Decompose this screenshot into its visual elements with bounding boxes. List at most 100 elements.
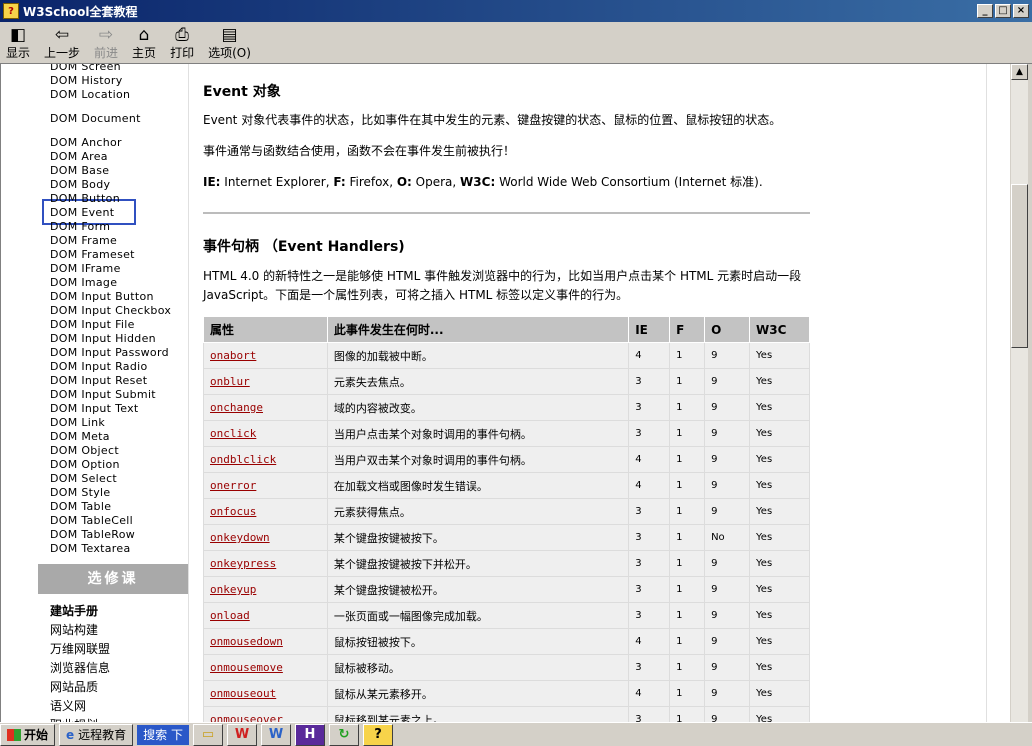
folder-icon[interactable]: ▭ bbox=[193, 723, 223, 746]
sidebar-item-dom-select[interactable]: DOM Select bbox=[50, 472, 117, 486]
close-button[interactable]: × bbox=[1013, 4, 1029, 18]
sidebar-item-dom-input-password[interactable]: DOM Input Password bbox=[50, 346, 169, 360]
sidebar-cn-link[interactable]: 万维网联盟 bbox=[50, 640, 110, 659]
event-name-cell[interactable]: onblur bbox=[203, 368, 328, 395]
event-link-onkeydown[interactable]: onkeydown bbox=[210, 531, 270, 544]
toolbar-button-0[interactable]: ◧ 显示 bbox=[6, 23, 30, 63]
sidebar-item-dom-iframe[interactable]: DOM IFrame bbox=[50, 262, 121, 276]
sidebar-item-dom-option[interactable]: DOM Option bbox=[50, 458, 120, 472]
scroll-thumb[interactable] bbox=[1011, 184, 1028, 348]
sidebar-item-dom-frameset[interactable]: DOM Frameset bbox=[50, 248, 135, 262]
sidebar-item-dom-meta[interactable]: DOM Meta bbox=[50, 430, 110, 444]
event-link-onmousedown[interactable]: onmousedown bbox=[210, 635, 283, 648]
sidebar-item-dom-input-text[interactable]: DOM Input Text bbox=[50, 402, 139, 416]
event-description-cell: 鼠标按钮被按下。 bbox=[326, 628, 630, 655]
sidebar-item-dom-input-file[interactable]: DOM Input File bbox=[50, 318, 135, 332]
event-name-cell[interactable]: onclick bbox=[203, 420, 328, 447]
event-name-cell[interactable]: onkeydown bbox=[203, 524, 328, 551]
event-link-onerror[interactable]: onerror bbox=[210, 479, 256, 492]
help-icon[interactable]: ? bbox=[363, 723, 393, 746]
sidebar-item-dom-textarea[interactable]: DOM Textarea bbox=[50, 542, 131, 556]
event-link-onfocus[interactable]: onfocus bbox=[210, 505, 256, 518]
event-name-cell[interactable]: onchange bbox=[203, 394, 328, 421]
sidebar-item-dom-button[interactable]: DOM Button bbox=[50, 192, 120, 206]
event-name-cell[interactable]: onfocus bbox=[203, 498, 328, 525]
sidebar-item-dom-link[interactable]: DOM Link bbox=[50, 416, 105, 430]
support-cell: 1 bbox=[669, 394, 706, 421]
sidebar-item-dom-input-reset[interactable]: DOM Input Reset bbox=[50, 374, 147, 388]
sidebar-item-dom-style[interactable]: DOM Style bbox=[50, 486, 110, 500]
sidebar-item-dom-event[interactable]: DOM Event bbox=[50, 206, 114, 220]
event-link-onblur[interactable]: onblur bbox=[210, 375, 250, 388]
sidebar-item-dom-form[interactable]: DOM Form bbox=[50, 220, 110, 234]
toolbar-button-4[interactable]: ⎙ 打印 bbox=[170, 23, 194, 63]
sidebar-item-dom-body[interactable]: DOM Body bbox=[50, 178, 110, 192]
sidebar-item-dom-object[interactable]: DOM Object bbox=[50, 444, 119, 458]
support-cell: 3 bbox=[628, 498, 671, 525]
sidebar-item-dom-tablecell[interactable]: DOM TableCell bbox=[50, 514, 133, 528]
sidebar-item-dom-image[interactable]: DOM Image bbox=[50, 276, 117, 290]
sidebar-cn-link[interactable]: 网站构建 bbox=[50, 621, 98, 640]
sidebar-item-dom-table[interactable]: DOM Table bbox=[50, 500, 111, 514]
maximize-button[interactable]: □ bbox=[995, 4, 1011, 18]
support-cell: 3 bbox=[628, 602, 671, 629]
sidebar-item-dom-history[interactable]: DOM History bbox=[50, 74, 123, 88]
table-row: onmouseout 鼠标从某元素移开。 4 1 9 Yes bbox=[203, 680, 810, 707]
event-name-cell[interactable]: onkeyup bbox=[203, 576, 328, 603]
event-name-cell[interactable]: onmouseover bbox=[203, 706, 328, 722]
minimize-button[interactable]: _ bbox=[977, 4, 993, 18]
wps-icon[interactable]: W bbox=[227, 723, 257, 746]
taskbar-item-remote-edu[interactable]: e 远程教育 bbox=[59, 723, 134, 746]
event-link-onkeyup[interactable]: onkeyup bbox=[210, 583, 256, 596]
sidebar-cn-link[interactable]: 语义网 bbox=[50, 697, 86, 716]
start-button[interactable]: 开始 bbox=[0, 723, 56, 746]
toolbar-button-5[interactable]: ▤ 选项(O) bbox=[208, 23, 251, 63]
sidebar-item-dom-input-radio[interactable]: DOM Input Radio bbox=[50, 360, 148, 374]
scroll-up-arrow-icon[interactable]: ▲ bbox=[1011, 64, 1028, 80]
sidebar-item-dom-anchor[interactable]: DOM Anchor bbox=[50, 136, 122, 150]
event-name-cell[interactable]: onmouseout bbox=[203, 680, 328, 707]
refresh-icon[interactable]: ↻ bbox=[329, 723, 359, 746]
sidebar-item-dom-tablerow[interactable]: DOM TableRow bbox=[50, 528, 135, 542]
event-link-onmouseover[interactable]: onmouseover bbox=[210, 713, 283, 722]
event-name-cell[interactable]: onerror bbox=[203, 472, 328, 499]
taskbar-search[interactable]: 搜索 下 bbox=[137, 724, 189, 745]
event-link-ondblclick[interactable]: ondblclick bbox=[210, 453, 276, 466]
sidebar-item-dom-document[interactable]: DOM Document bbox=[50, 112, 141, 126]
event-link-onmouseout[interactable]: onmouseout bbox=[210, 687, 276, 700]
support-cell: 1 bbox=[669, 472, 706, 499]
toolbar-button-1[interactable]: ⇦ 上一步 bbox=[44, 23, 80, 63]
editor-icon[interactable]: H bbox=[295, 723, 325, 746]
event-link-onchange[interactable]: onchange bbox=[210, 401, 263, 414]
event-name-cell[interactable]: onabort bbox=[203, 342, 328, 369]
event-name-cell[interactable]: onkeypress bbox=[203, 550, 328, 577]
event-description-cell: 当用户双击某个对象时调用的事件句柄。 bbox=[326, 446, 630, 473]
divider bbox=[203, 212, 810, 214]
sidebar-cn-link[interactable]: 浏览器信息 bbox=[50, 659, 110, 678]
sidebar-item-dom-base[interactable]: DOM Base bbox=[50, 164, 109, 178]
support-cell: 9 bbox=[704, 394, 751, 421]
sidebar-item-dom-input-button[interactable]: DOM Input Button bbox=[50, 290, 154, 304]
sidebar-item-dom-area[interactable]: DOM Area bbox=[50, 150, 108, 164]
word-icon[interactable]: W bbox=[261, 723, 291, 746]
sidebar-item-dom-input-checkbox[interactable]: DOM Input Checkbox bbox=[50, 304, 171, 318]
event-link-onkeypress[interactable]: onkeypress bbox=[210, 557, 276, 570]
handlers-description: HTML 4.0 的新特性之一是能够使 HTML 事件触发浏览器中的行为，比如当… bbox=[203, 269, 802, 302]
sidebar-item-dom-frame[interactable]: DOM Frame bbox=[50, 234, 117, 248]
event-link-onclick[interactable]: onclick bbox=[210, 427, 256, 440]
sidebar-item-dom-input-submit[interactable]: DOM Input Submit bbox=[50, 388, 156, 402]
event-name-cell[interactable]: onload bbox=[203, 602, 328, 629]
event-link-onload[interactable]: onload bbox=[210, 609, 250, 622]
event-name-cell[interactable]: onmousemove bbox=[203, 654, 328, 681]
event-name-cell[interactable]: ondblclick bbox=[203, 446, 328, 473]
event-name-cell[interactable]: onmousedown bbox=[203, 628, 328, 655]
sidebar-item-dom-input-hidden[interactable]: DOM Input Hidden bbox=[50, 332, 156, 346]
sidebar-item-dom-location[interactable]: DOM Location bbox=[50, 88, 130, 102]
sidebar-cn-link[interactable]: 网站品质 bbox=[50, 678, 98, 697]
vertical-scrollbar[interactable]: ▲ bbox=[1010, 64, 1028, 722]
event-link-onabort[interactable]: onabort bbox=[210, 349, 256, 362]
event-link-onmousemove[interactable]: onmousemove bbox=[210, 661, 283, 674]
sidebar-item-dom-screen[interactable]: DOM Screen bbox=[50, 64, 121, 74]
toolbar-button-3[interactable]: ⌂ 主页 bbox=[132, 23, 156, 63]
toolbar-button-2[interactable]: ⇨ 前进 bbox=[94, 23, 118, 63]
